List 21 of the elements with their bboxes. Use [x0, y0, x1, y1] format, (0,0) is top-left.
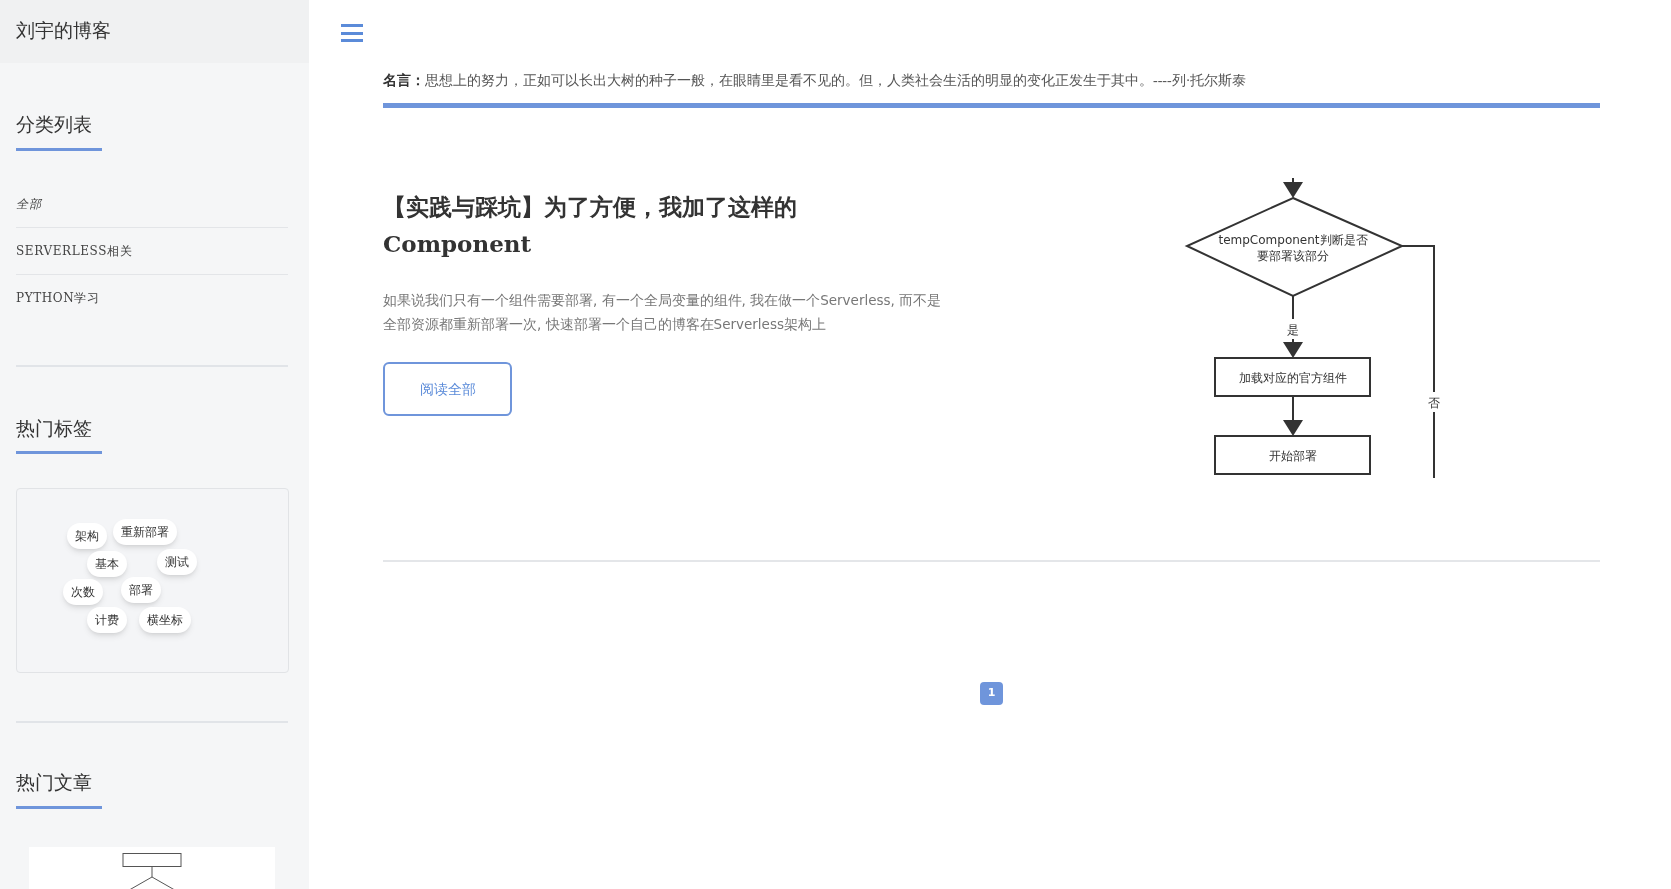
flowchart-drawing: tempComponent判断是否 要部署该部分 是 加载对应的官方组件 开始部署 否: [1184, 178, 1446, 478]
read-more-button[interactable]: 阅读全部: [383, 362, 512, 416]
tag-chip[interactable]: 次数: [63, 579, 103, 605]
category-link[interactable]: SERVERLESS相关: [16, 227, 288, 275]
post-excerpt: 如果说我们只有一个组件需要部署, 有一个全局变量的组件, 我在做一个Serverless, 而不是全部资源都重新部署一次, 快速部署一个自己的博客在Serverless架构上: [383, 291, 943, 334]
tag-chip[interactable]: 架构: [67, 523, 107, 549]
tag-chip[interactable]: 基本: [87, 551, 127, 577]
tag-chip[interactable]: 重新部署: [113, 519, 177, 545]
category-link[interactable]: PYTHON学习: [16, 274, 288, 321]
section-heading: 热门标签: [16, 416, 93, 441]
menu-icon[interactable]: [341, 24, 363, 42]
tag-chip[interactable]: 部署: [121, 577, 161, 603]
site-title[interactable]: 刘宇的博客: [16, 17, 111, 46]
tag-chip[interactable]: 计费: [87, 607, 127, 633]
section-heading: 分类列表: [16, 113, 93, 137]
quote-text: 名言：思想上的努力，正如可以长出大树的种子一般，在眼睛里是看不见的。但，人类社会生活的明显的变化正发生于其中。----列·托尔斯泰: [383, 72, 1248, 90]
tag-chip[interactable]: 测试: [157, 549, 197, 575]
section-heading: 热门文章: [16, 771, 93, 795]
tag-chip[interactable]: 横坐标: [139, 607, 191, 633]
post-title[interactable]: 【实践与踩坑】为了方便，我加了这样的Component: [383, 188, 853, 262]
category-link[interactable]: 全部: [16, 180, 288, 228]
